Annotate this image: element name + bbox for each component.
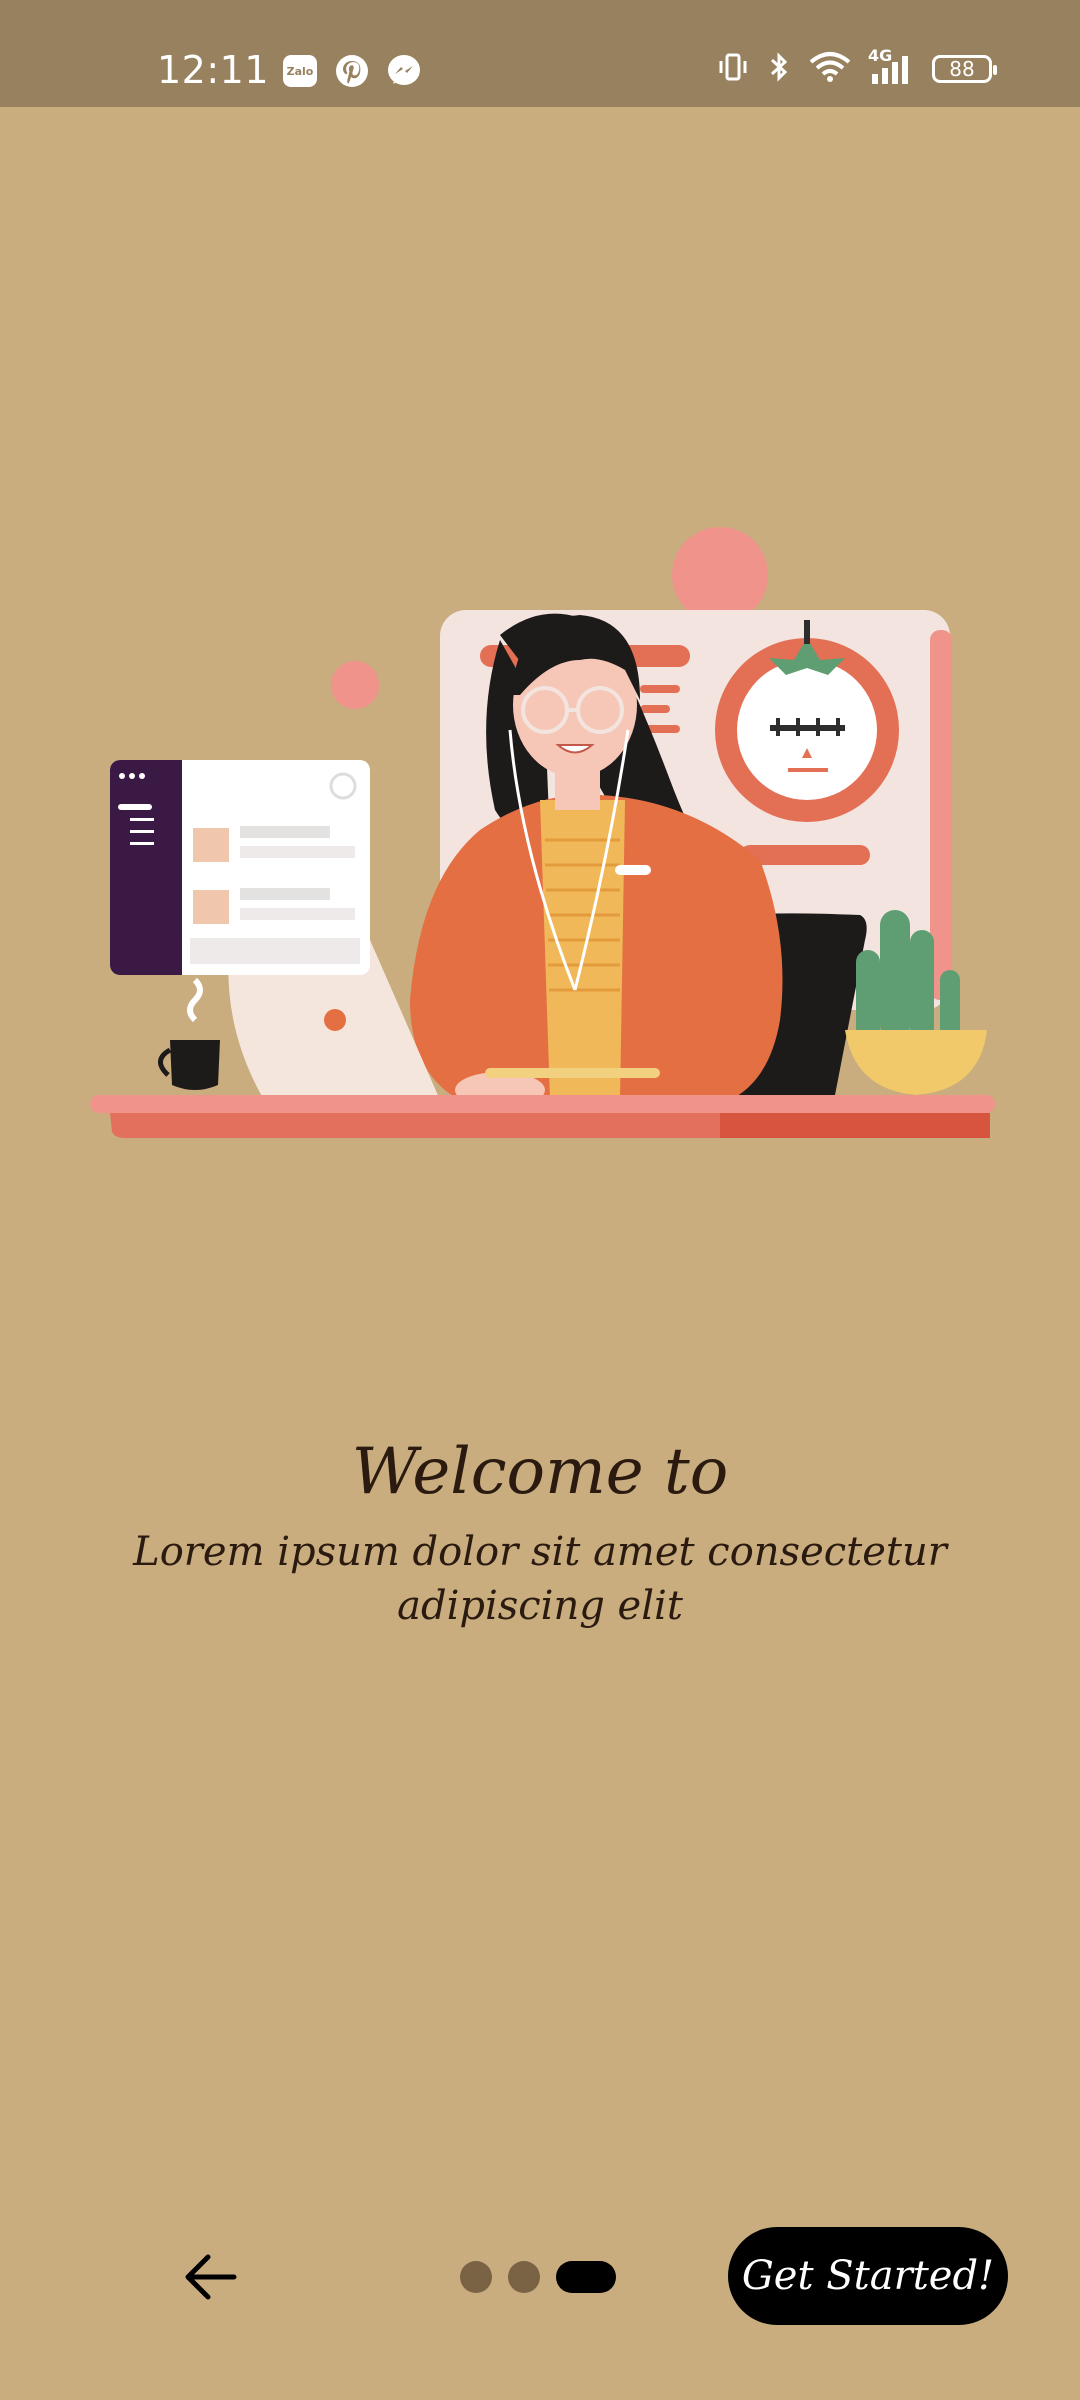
page-indicator	[460, 2261, 616, 2293]
status-time: 12:11	[157, 48, 270, 92]
zalo-label: Zalo	[283, 55, 317, 87]
welcome-subtitle: Lorem ipsum dolor sit amet consectetur a…	[133, 1529, 947, 1629]
wifi-icon	[808, 50, 852, 88]
page-dot-1[interactable]	[460, 2261, 492, 2293]
system-icons: 4G 88	[716, 46, 997, 88]
battery-icon: 88	[932, 55, 997, 83]
pinterest-icon	[335, 54, 369, 88]
battery-level: 88	[949, 57, 975, 81]
page-dot-3-active[interactable]	[556, 2261, 616, 2293]
bluetooth-icon	[766, 50, 792, 88]
arrow-left-icon	[185, 2254, 237, 2300]
status-bar: 12:11 Zalo 4G 88	[0, 0, 1080, 107]
notification-icons: Zalo	[283, 54, 421, 88]
signal-4g-icon: 4G	[868, 46, 916, 86]
bottom-navigation: Get Started!	[0, 2225, 1080, 2330]
back-button[interactable]	[170, 2245, 250, 2309]
vibrate-icon	[716, 50, 750, 88]
welcome-title: Welcome to	[351, 1435, 729, 1509]
zalo-icon: Zalo	[283, 54, 317, 88]
woman-at-desk-illustration	[90, 527, 995, 1138]
messenger-icon	[387, 54, 421, 88]
page-dot-2[interactable]	[508, 2261, 540, 2293]
get-started-button[interactable]: Get Started!	[728, 2227, 1008, 2325]
